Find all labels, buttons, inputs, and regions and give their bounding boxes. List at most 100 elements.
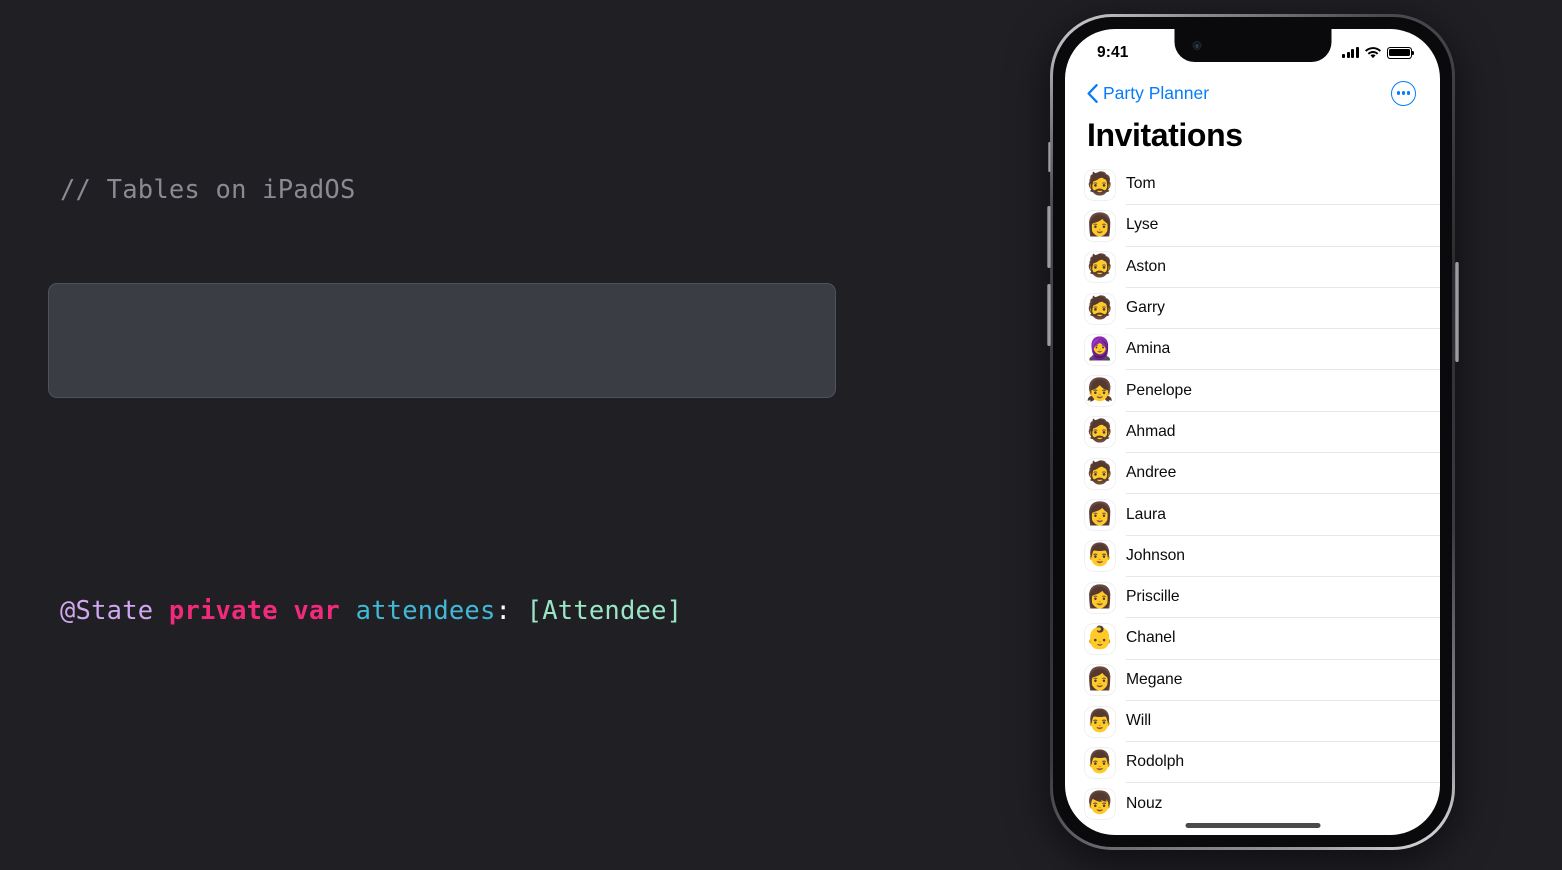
list-item[interactable]: 👩 Laura xyxy=(1065,494,1440,536)
code-panel: // Tables on iPadOS @State private var a… xyxy=(0,0,1000,870)
ellipsis-dot-2 xyxy=(1401,91,1406,95)
list-item-label: Lyse xyxy=(1126,216,1159,234)
code-line-comment: // Tables on iPadOS xyxy=(60,171,1000,209)
status-time: 9:41 xyxy=(1097,43,1129,61)
list-item-body: Ahmad xyxy=(1126,412,1440,454)
page-title: Invitations xyxy=(1087,117,1243,153)
list-item-body: Lyse xyxy=(1126,205,1440,247)
list-item-label: Penelope xyxy=(1126,381,1192,399)
avatar: 👩 xyxy=(1085,210,1115,241)
list-item-label: Will xyxy=(1126,712,1152,729)
list-item-body: Priscille xyxy=(1126,577,1440,619)
list-item-body: Will xyxy=(1126,701,1440,743)
code-token-keyword-var: var xyxy=(293,596,340,627)
status-bar: 9:41 xyxy=(1065,29,1440,73)
silence-switch-button[interactable] xyxy=(1047,142,1051,172)
status-indicators xyxy=(1342,46,1415,59)
avatar: 👨 xyxy=(1085,747,1115,778)
list-item[interactable]: 🧔 Tom xyxy=(1065,164,1440,206)
list-item-body: Penelope xyxy=(1126,370,1440,412)
list-item-label: Andree xyxy=(1126,464,1177,482)
list-item-body: Nouz xyxy=(1126,783,1440,824)
list-item-label: Tom xyxy=(1126,175,1156,193)
code-block: // Tables on iPadOS @State private var a… xyxy=(60,56,1000,870)
list-item[interactable]: 👩 Megane xyxy=(1065,660,1440,701)
iphone-mockup: 9:41 Party Planner Invitations 🧔 Tom 👩 L… xyxy=(1046,14,1459,850)
list-item[interactable]: 🧔 Andree xyxy=(1065,453,1440,495)
ellipsis-dot-3 xyxy=(1407,91,1411,95)
list-item-label: Nouz xyxy=(1126,795,1163,813)
list-item-body: Megane xyxy=(1126,660,1440,701)
list-item[interactable]: 👨 Rodolph xyxy=(1065,742,1440,784)
list-item-body: Garry xyxy=(1126,288,1440,330)
avatar: 👩 xyxy=(1085,665,1115,696)
phone-frame: 9:41 Party Planner Invitations 🧔 Tom 👩 L… xyxy=(1046,14,1459,850)
list-item-label: Rodolph xyxy=(1126,753,1185,771)
avatar: 👨 xyxy=(1085,541,1115,572)
list-item-label: Garry xyxy=(1126,299,1165,317)
list-item[interactable]: 👨 Johnson xyxy=(1065,536,1440,577)
code-token-keyword-private: private xyxy=(168,596,278,627)
list-item[interactable]: 👨 Will xyxy=(1065,701,1440,743)
chevron-left-icon xyxy=(1087,83,1098,103)
list-item-body: Johnson xyxy=(1126,536,1440,577)
list-item-label: Johnson xyxy=(1126,546,1185,564)
phone-bezel: 9:41 Party Planner Invitations 🧔 Tom 👩 L… xyxy=(1053,17,1452,847)
list-item[interactable]: 👩 Priscille xyxy=(1065,577,1440,619)
code-line-blank-1 xyxy=(60,324,1000,362)
list-item-label: Chanel xyxy=(1126,629,1176,647)
power-button[interactable] xyxy=(1454,262,1459,362)
list-item[interactable]: 👩 Lyse xyxy=(1065,205,1440,247)
back-button-label: Party Planner xyxy=(1103,82,1210,103)
list-item[interactable]: 👦 Nouz xyxy=(1065,783,1440,824)
avatar: 👨 xyxy=(1085,706,1115,737)
avatar: 🧔 xyxy=(1085,169,1115,200)
volume-down-button[interactable] xyxy=(1046,284,1051,346)
list-item-body: Tom xyxy=(1126,164,1440,206)
list-item-body: Andree xyxy=(1126,453,1440,495)
list-item-label: Laura xyxy=(1126,505,1166,523)
phone-screen: 9:41 Party Planner Invitations 🧔 Tom 👩 L… xyxy=(1065,29,1440,835)
avatar: 👦 xyxy=(1085,789,1115,820)
volume-up-button[interactable] xyxy=(1046,206,1051,268)
home-indicator[interactable] xyxy=(1185,823,1320,828)
cellular-signal-icon xyxy=(1342,47,1359,58)
code-line-state-decl: @State private var attendees: [Attendee] xyxy=(60,592,1000,630)
list-item[interactable]: 👧 Penelope xyxy=(1065,370,1440,412)
list-item[interactable]: 🧔 Garry xyxy=(1065,288,1440,330)
list-item-body: Rodolph xyxy=(1126,742,1440,784)
back-button[interactable]: Party Planner xyxy=(1087,83,1209,104)
code-token-comment: // Tables on iPadOS xyxy=(60,174,356,205)
code-token-colon: : xyxy=(495,596,512,627)
code-line-blank-2b xyxy=(60,860,1000,870)
list-item[interactable]: 🧕 Amina xyxy=(1065,329,1440,371)
list-item-label: Priscille xyxy=(1126,588,1180,606)
avatar: 🧔 xyxy=(1085,293,1115,324)
list-item-body: Amina xyxy=(1126,329,1440,371)
code-token-type-attendee-array: [Attendee] xyxy=(526,596,683,627)
avatar: 👧 xyxy=(1085,376,1115,407)
list-item-body: Laura xyxy=(1126,494,1440,536)
list-item[interactable]: 🧔 Aston xyxy=(1065,247,1440,288)
avatar: 🧔 xyxy=(1085,252,1115,283)
list-item[interactable]: 🧔 Ahmad xyxy=(1065,412,1440,454)
more-options-button[interactable] xyxy=(1391,80,1416,106)
code-token-var-attendees: attendees xyxy=(355,596,496,627)
avatar: 🧔 xyxy=(1085,458,1115,489)
avatar: 👩 xyxy=(1085,500,1115,531)
avatar: 👶 xyxy=(1085,623,1115,654)
list-item-label: Ahmad xyxy=(1126,422,1176,440)
avatar: 🧔 xyxy=(1085,417,1115,448)
battery-full-icon xyxy=(1387,46,1415,59)
invitations-list[interactable]: 🧔 Tom 👩 Lyse 🧔 Aston 🧔 Garry 🧕 Amina 👧 Penelope 🧔 Ahm… xyxy=(1065,164,1440,825)
list-item-body: Aston xyxy=(1126,247,1440,288)
code-line-blank-1b xyxy=(60,439,1000,477)
ellipsis-dot-1 xyxy=(1396,91,1400,95)
list-item[interactable]: 👶 Chanel xyxy=(1065,618,1440,660)
list-item-body: Chanel xyxy=(1126,618,1440,660)
code-line-blank-2 xyxy=(60,745,1000,783)
